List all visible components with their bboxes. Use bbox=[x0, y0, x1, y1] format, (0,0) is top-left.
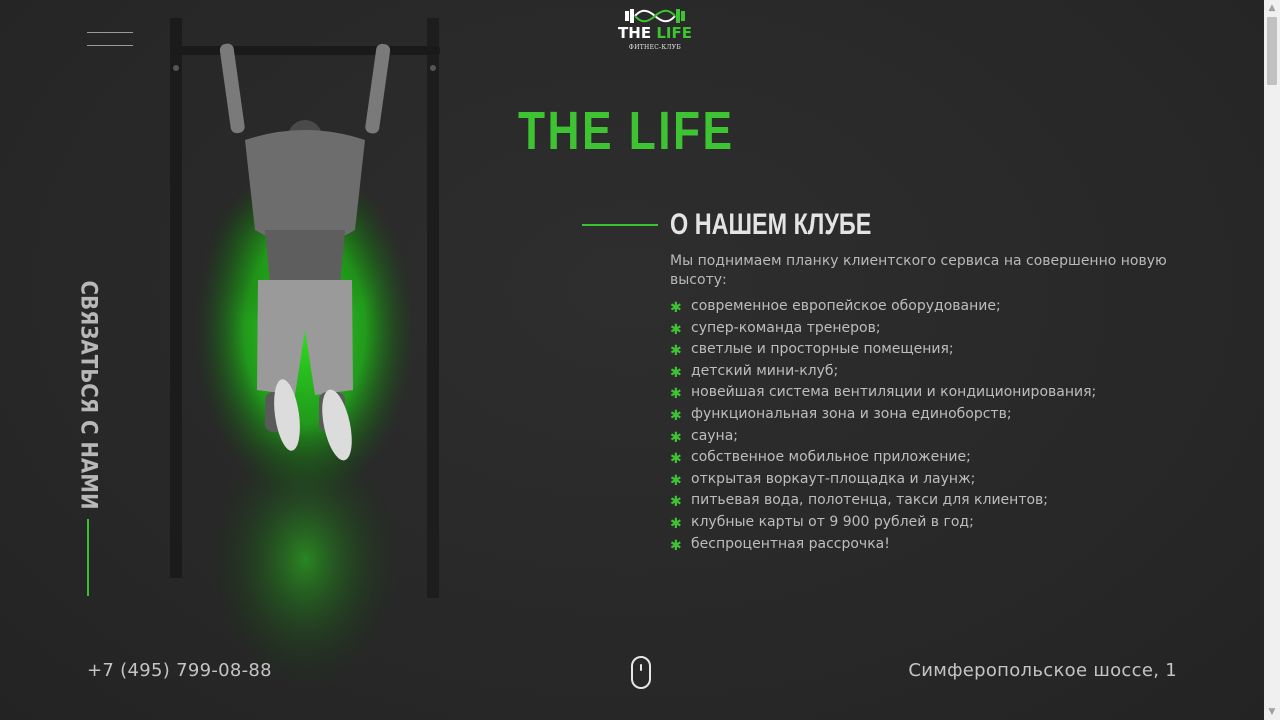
features-list: ✱ современное европейское оборудование; ✱… bbox=[670, 296, 1096, 555]
asterisk-icon: ✱ bbox=[670, 343, 682, 360]
logo-word-1: THE bbox=[618, 24, 652, 42]
asterisk-icon: ✱ bbox=[670, 472, 682, 489]
feature-text: функциональная зона и зона единоборств; bbox=[691, 405, 1012, 422]
feature-item: ✱ беспроцентная рассрочка! bbox=[670, 534, 1096, 556]
scrollbar[interactable]: ▲ ▼ bbox=[1264, 0, 1280, 720]
logo-word-2: LIFE bbox=[656, 24, 692, 42]
menu-line bbox=[87, 32, 133, 33]
feature-text: современное европейское оборудование; bbox=[691, 298, 1001, 314]
club-logo[interactable]: THE LIFE ФИТНЕС-КЛУБ bbox=[612, 8, 698, 62]
athlete-image bbox=[170, 18, 440, 690]
asterisk-icon: ✱ bbox=[670, 515, 682, 532]
feature-item: ✱ детский мини-клуб; bbox=[670, 361, 1096, 383]
feature-text: новейшая система вентиляции и кондициони… bbox=[691, 384, 1097, 401]
address-text: Симферопольское шоссе, 1 bbox=[908, 660, 1177, 681]
menu-line bbox=[87, 45, 133, 46]
feature-item: ✱ функциональная зона и зона единоборств; bbox=[670, 404, 1096, 426]
contact-accent-line bbox=[87, 519, 89, 596]
asterisk-icon: ✱ bbox=[670, 407, 682, 424]
feature-text: сауна; bbox=[691, 427, 739, 444]
page-title: THE LIFE bbox=[518, 101, 735, 161]
feature-item: ✱ новейшая система вентиляции и кондицион… bbox=[670, 382, 1096, 404]
asterisk-icon: ✱ bbox=[670, 300, 682, 316]
section-title: О НАШЕМ КЛУБЕ bbox=[670, 208, 872, 241]
asterisk-icon: ✱ bbox=[670, 321, 682, 338]
asterisk-icon: ✱ bbox=[670, 364, 682, 381]
asterisk-icon: ✱ bbox=[670, 537, 682, 554]
feature-text: клубные карты от 9 900 рублей в год; bbox=[691, 513, 974, 530]
scroll-up-arrow-icon[interactable]: ▲ bbox=[1264, 0, 1280, 16]
feature-text: детский мини-клуб; bbox=[691, 362, 839, 379]
mouse-scroll-icon[interactable] bbox=[631, 656, 651, 689]
feature-item: ✱ супер-команда тренеров; bbox=[670, 318, 1096, 340]
feature-item: ✱ клубные карты от 9 900 рублей в год; bbox=[670, 512, 1096, 534]
feature-text: супер-команда тренеров; bbox=[691, 319, 881, 336]
feature-text: беспроцентная рассрочка! bbox=[691, 535, 890, 552]
logo-subtitle: ФИТНЕС-КЛУБ bbox=[628, 44, 682, 51]
asterisk-icon: ✱ bbox=[670, 494, 682, 511]
page: Связаться с нами bbox=[0, 0, 1264, 720]
feature-item: ✱ сауна; bbox=[670, 426, 1096, 448]
feature-text: светлые и просторные помещения; bbox=[691, 341, 954, 358]
intro-text: Мы поднимаем планку клиентского сервиса … bbox=[670, 253, 1167, 288]
barbell-icon bbox=[625, 9, 685, 23]
feature-item: ✱ светлые и просторные помещения; bbox=[670, 339, 1096, 361]
feature-item: ✱ питьевая вода, полотенца, такси для кли… bbox=[670, 490, 1096, 512]
logo-wordmark: THE LIFE bbox=[612, 26, 698, 41]
hamburger-menu-icon[interactable] bbox=[87, 31, 133, 49]
asterisk-icon: ✱ bbox=[670, 386, 682, 403]
asterisk-icon: ✱ bbox=[670, 451, 682, 468]
feature-text: питьевая вода, полотенца, такси для клие… bbox=[691, 492, 1049, 509]
contact-us-link[interactable]: Связаться с нами bbox=[76, 280, 101, 509]
feature-item: ✱ современное европейское оборудование; bbox=[670, 296, 1096, 318]
scrollbar-thumb[interactable] bbox=[1267, 17, 1277, 85]
phone-link[interactable]: +7 (495) 799-08-88 bbox=[87, 660, 272, 681]
feature-item: ✱ собственное мобильное приложение; bbox=[670, 447, 1096, 469]
section-accent-line bbox=[582, 224, 658, 226]
feature-text: собственное мобильное приложение; bbox=[691, 449, 971, 466]
feature-text: открытая воркаут-площадка и лаунж; bbox=[691, 470, 976, 487]
scroll-down-arrow-icon[interactable]: ▼ bbox=[1264, 704, 1280, 720]
feature-item: ✱ открытая воркаут-площадка и лаунж; bbox=[670, 469, 1096, 491]
asterisk-icon: ✱ bbox=[670, 429, 682, 446]
